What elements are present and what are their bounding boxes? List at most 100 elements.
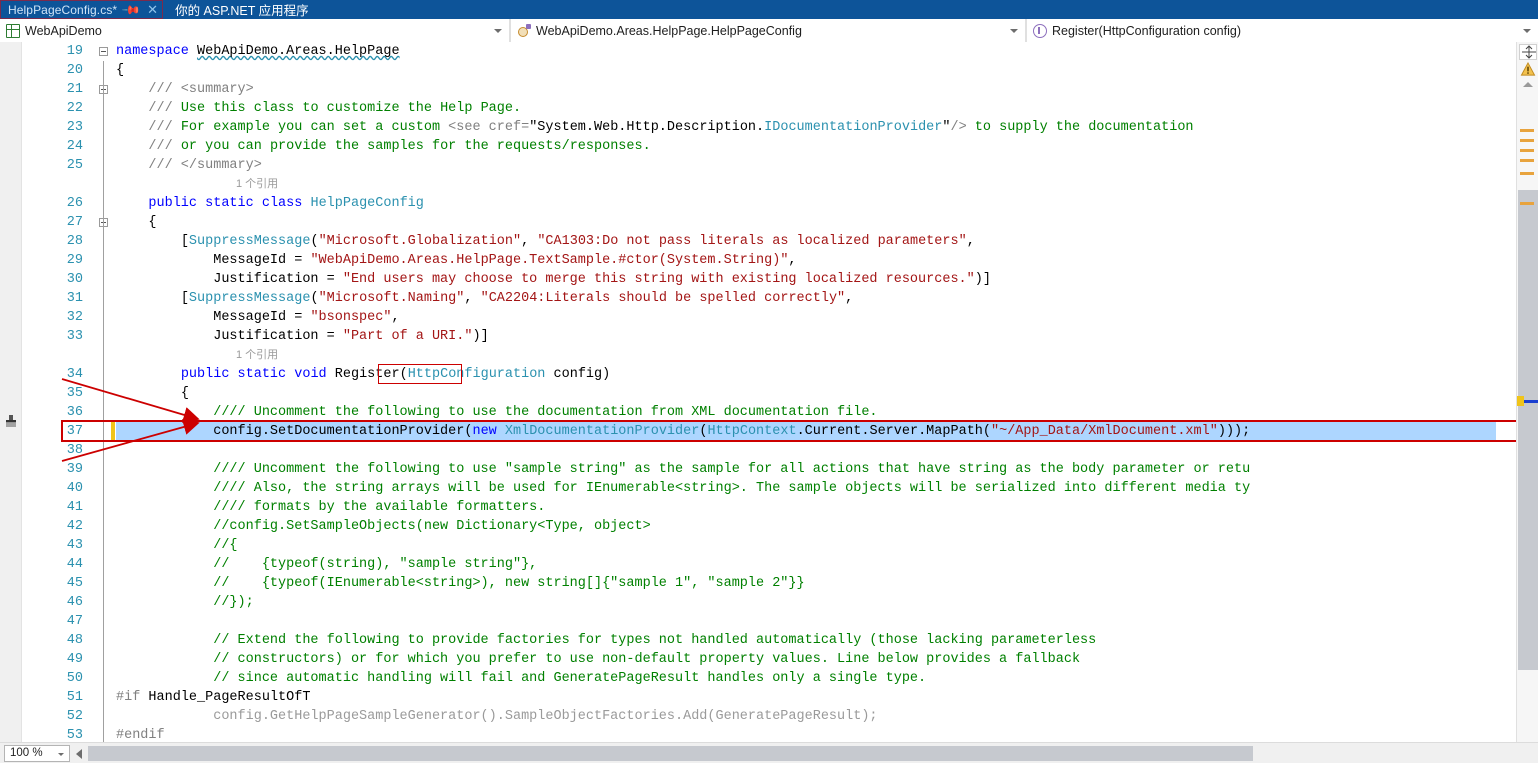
line-number: 47 [66, 614, 83, 629]
code-line[interactable]: //// Uncomment the following to use the … [116, 403, 877, 422]
vertical-scrollbar-margin[interactable] [1516, 42, 1538, 742]
line-number: 50 [66, 671, 83, 686]
code-line[interactable]: [SuppressMessage("Microsoft.Globalizatio… [116, 232, 975, 251]
zoom-level-dropdown[interactable]: 100 % [4, 744, 70, 762]
line-number: 51 [66, 690, 83, 705]
line-number: 45 [66, 576, 83, 591]
line-number: 35 [66, 386, 83, 401]
code-line[interactable]: // since automatic handling will fail an… [116, 669, 926, 688]
code-line[interactable]: #endif [116, 726, 165, 742]
code-line[interactable]: namespace WebApiDemo.Areas.HelpPage [116, 42, 400, 61]
code-line[interactable]: { [116, 213, 156, 232]
line-number: 53 [66, 728, 83, 742]
horizontal-scrollbar[interactable] [76, 745, 1476, 762]
chevron-down-icon[interactable] [1523, 28, 1531, 33]
class-icon [517, 23, 531, 38]
line-number: 52 [66, 709, 83, 724]
change-bar-margin [111, 42, 115, 742]
line-number: 23 [66, 120, 83, 135]
code-line[interactable]: // Extend the following to provide facto… [116, 631, 1096, 650]
code-line[interactable]: Justification = "Part of a URI.")] [116, 327, 488, 346]
change-bar-unsaved [111, 422, 115, 441]
fold-toggle-icon[interactable] [99, 47, 108, 56]
line-number: 19 [66, 44, 83, 59]
line-number: 29 [66, 253, 83, 268]
code-line[interactable]: /// For example you can set a custom <se… [116, 118, 1193, 137]
code-line[interactable]: MessageId = "bsonspec", [116, 308, 399, 327]
line-number: 20 [66, 63, 83, 78]
code-editor[interactable]: 19 20 21 22 23 24 25 26 27 28 29 30 31 32 33 34 35 36 37 38… [0, 42, 1538, 742]
code-line[interactable]: //{ [116, 536, 237, 555]
indicator-margin[interactable] [0, 42, 22, 742]
code-line[interactable]: // constructors) or for which you prefer… [116, 650, 1080, 669]
line-number: 25 [66, 158, 83, 173]
line-number: 46 [66, 595, 83, 610]
code-line[interactable]: //// Uncomment the following to use "sam… [116, 460, 1250, 479]
scroll-left-arrow-icon[interactable] [76, 749, 82, 759]
scroll-marker [1520, 159, 1534, 162]
method-icon [1033, 23, 1047, 38]
outlining-margin[interactable] [99, 42, 111, 742]
code-line[interactable]: /// Use this class to customize the Help… [116, 99, 521, 118]
line-number: 27 [66, 215, 83, 230]
code-line[interactable]: public static class HelpPageConfig [116, 194, 423, 213]
line-number: 41 [66, 500, 83, 515]
project-dropdown-label: WebApiDemo [25, 23, 102, 38]
line-number: 48 [66, 633, 83, 648]
line-number: 43 [66, 538, 83, 553]
code-line[interactable]: //// Also, the string arrays will be use… [116, 479, 1250, 498]
code-line[interactable]: //}); [116, 593, 254, 612]
chevron-down-icon[interactable] [58, 752, 64, 756]
scroll-marker [1520, 149, 1534, 152]
codelens-reference-count[interactable]: 1 个引用 [236, 175, 278, 194]
pin-icon[interactable]: 📌 [121, 0, 141, 20]
code-line[interactable]: /// or you can provide the samples for t… [116, 137, 650, 156]
scroll-marker [1520, 139, 1534, 142]
line-number: 33 [66, 329, 83, 344]
line-number: 31 [66, 291, 83, 306]
line-number: 26 [66, 196, 83, 211]
chevron-down-icon[interactable] [1010, 28, 1018, 33]
warning-triangle-icon[interactable] [1520, 62, 1536, 77]
code-surface[interactable]: namespace WebApiDemo.Areas.HelpPage{ ///… [116, 42, 1496, 742]
breakpoint-glyph-icon[interactable] [3, 414, 19, 430]
member-dropdown[interactable]: Register(HttpConfiguration config) [1026, 19, 1538, 42]
code-line[interactable]: { [116, 384, 189, 403]
codelens-reference-count[interactable]: 1 个引用 [236, 346, 278, 365]
member-dropdown-label: Register(HttpConfiguration config) [1052, 23, 1241, 38]
code-line[interactable]: //// formats by the available formatters… [116, 498, 545, 517]
code-line[interactable]: //config.SetSampleObjects(new Dictionary… [116, 517, 650, 536]
line-number: 42 [66, 519, 83, 534]
code-line[interactable]: Justification = "End users may choose to… [116, 270, 991, 289]
scrollbar-thumb[interactable] [1518, 190, 1538, 670]
scroll-marker [1520, 129, 1534, 132]
code-line[interactable]: public static void Register(HttpConfigur… [116, 365, 610, 384]
line-number: 40 [66, 481, 83, 496]
code-line[interactable]: [SuppressMessage("Microsoft.Naming", "CA… [116, 289, 853, 308]
tab-helppageconfig[interactable]: HelpPageConfig.cs* 📌 ✕ [0, 0, 164, 20]
code-line[interactable]: // {typeof(IEnumerable<string>), new str… [116, 574, 804, 593]
chevron-down-icon[interactable] [494, 28, 502, 33]
code-line[interactable]: /// <summary> [116, 80, 253, 99]
type-dropdown[interactable]: WebApiDemo.Areas.HelpPage.HelpPageConfig [510, 19, 1026, 42]
project-dropdown[interactable]: WebApiDemo [0, 19, 510, 42]
line-number: 24 [66, 139, 83, 154]
zoom-level-label: 100 % [10, 747, 43, 759]
code-line[interactable]: #if Handle_PageResultOfT [116, 688, 310, 707]
horizontal-scrollbar-thumb[interactable] [88, 746, 1253, 761]
close-icon[interactable]: ✕ [147, 2, 158, 18]
split-view-icon[interactable] [1519, 44, 1537, 60]
code-line[interactable]: /// </summary> [116, 156, 261, 175]
chevron-up-icon[interactable] [1523, 82, 1533, 87]
status-bar: 100 % [0, 742, 1538, 763]
line-number-gutter: 19 20 21 22 23 24 25 26 27 28 29 30 31 32 33 34 35 36 37 38… [23, 42, 99, 742]
line-number: 30 [66, 272, 83, 287]
code-line[interactable]: // {typeof(string), "sample string"}, [116, 555, 537, 574]
code-line[interactable]: config.SetDocumentationProvider(new XmlD… [116, 422, 1496, 441]
navigation-bar: WebApiDemo WebApiDemo.Areas.HelpPage.Hel… [0, 19, 1538, 42]
code-line[interactable]: config.GetHelpPageSampleGenerator().Samp… [116, 707, 877, 726]
code-line[interactable]: MessageId = "WebApiDemo.Areas.HelpPage.T… [116, 251, 796, 270]
line-number: 32 [66, 310, 83, 325]
tab-label: HelpPageConfig.cs* [8, 2, 118, 17]
code-line[interactable]: { [116, 61, 124, 80]
